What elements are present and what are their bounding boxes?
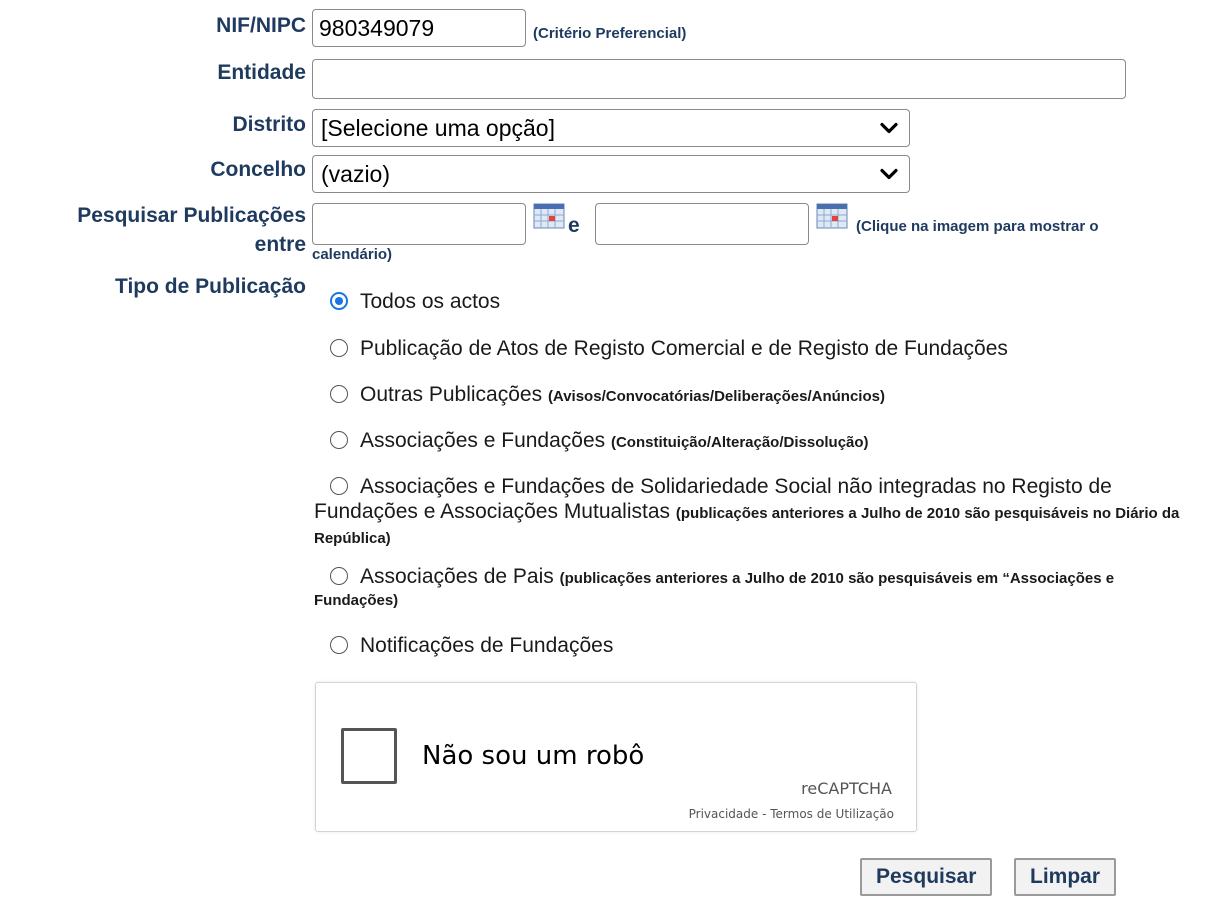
distrito-label: Distrito <box>232 113 307 136</box>
concelho-select[interactable]: (vazio) <box>312 155 910 193</box>
entidade-input[interactable] <box>312 59 1126 99</box>
radio-unchecked[interactable] <box>330 567 348 585</box>
nif-input[interactable] <box>312 9 526 47</box>
radio-label: Outras Publicações <box>360 383 543 406</box>
distrito-selected-value: [Selecione uma opção] <box>321 114 555 141</box>
radio-checked[interactable] <box>330 292 348 310</box>
date-to-input[interactable] <box>595 203 809 245</box>
concelho-label: Concelho <box>210 158 306 181</box>
radio-option-todos[interactable]: Todos os actos <box>330 289 500 314</box>
tipo-publicacao-label: Tipo de Publicação <box>115 275 306 298</box>
radio-note: (Avisos/Convocatórias/Deliberações/Anúnc… <box>547 388 885 405</box>
recaptcha-link-separator: - <box>758 807 771 821</box>
radio-unchecked[interactable] <box>330 477 348 495</box>
radio-label: Todos os actos <box>360 290 501 313</box>
clear-button[interactable]: Limpar <box>1014 858 1117 896</box>
radio-note: (Constituição/Alteração/Dissolução) <box>610 434 869 451</box>
search-button[interactable]: Pesquisar <box>860 858 993 896</box>
radio-label: Associações de Pais <box>360 565 554 588</box>
chevron-down-icon <box>879 161 899 188</box>
recaptcha-widget: Não sou um robô reCAPTCHA Privacidade - … <box>315 682 917 832</box>
nif-label: NIF/NIPC <box>216 14 306 37</box>
chevron-down-icon <box>879 115 899 142</box>
radio-option-solidariedade[interactable]: Associações e Fundações de Solidariedade… <box>314 474 1194 549</box>
calendar-icon[interactable] <box>816 203 848 229</box>
radio-unchecked[interactable] <box>330 385 348 403</box>
date-range-separator: e <box>568 214 580 237</box>
recaptcha-privacy-link[interactable]: Privacidade <box>689 807 759 821</box>
radio-unchecked[interactable] <box>330 339 348 357</box>
recaptcha-checkbox[interactable] <box>341 728 397 784</box>
calendar-hint-line2: calendário) <box>312 246 393 263</box>
radio-option-registo-comercial[interactable]: Publicação de Atos de Registo Comercial … <box>330 336 1008 361</box>
radio-option-notificacoes[interactable]: Notificações de Fundações <box>330 633 613 658</box>
concelho-selected-value: (vazio) <box>321 160 391 187</box>
radio-label: Associações e Fundações <box>360 429 606 452</box>
nif-hint: (Critério Preferencial) <box>533 25 687 42</box>
radio-option-outras[interactable]: Outras Publicações (Avisos/Convocatórias… <box>330 382 885 409</box>
radio-unchecked[interactable] <box>330 636 348 654</box>
radio-option-pais[interactable]: Associações de Pais (publicações anterio… <box>314 565 1194 611</box>
radio-option-associacoes[interactable]: Associações e Fundações (Constituição/Al… <box>330 428 869 455</box>
recaptcha-label: Não sou um robô <box>422 741 645 771</box>
recaptcha-links: Privacidade - Termos de Utilização <box>689 807 894 821</box>
calendar-hint-line1: (Clique na imagem para mostrar o <box>856 218 1099 235</box>
recaptcha-terms-link[interactable]: Termos de Utilização <box>770 807 894 821</box>
date-range-label-line2: entre <box>254 233 306 256</box>
date-from-input[interactable] <box>312 203 526 245</box>
radio-unchecked[interactable] <box>330 431 348 449</box>
date-range-label-line1: Pesquisar Publicações <box>77 204 306 227</box>
radio-label: Publicação de Atos de Registo Comercial … <box>360 337 1008 360</box>
entidade-label: Entidade <box>217 61 306 84</box>
radio-label: Notificações de Fundações <box>360 634 614 657</box>
distrito-select[interactable]: [Selecione uma opção] <box>312 109 910 147</box>
recaptcha-brand: reCAPTCHA <box>801 779 892 798</box>
calendar-icon[interactable] <box>533 203 565 229</box>
